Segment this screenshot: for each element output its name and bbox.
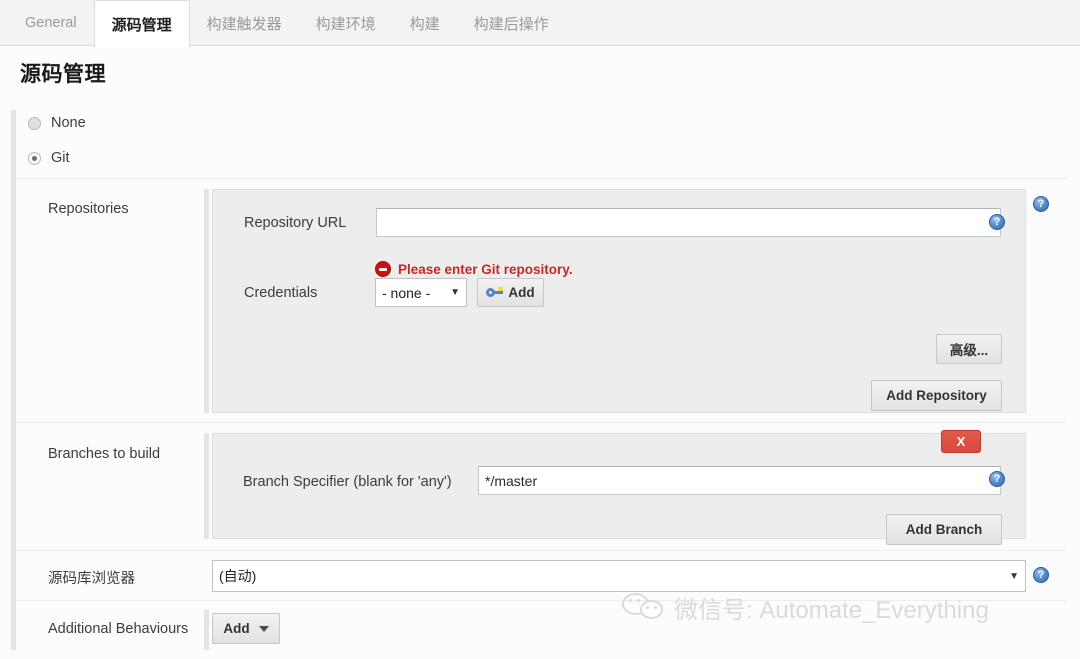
chevron-down-icon: ▼ — [450, 287, 460, 298]
chevron-down-icon — [258, 625, 269, 632]
repositories-panel: Repository URL Please enter Git reposito… — [212, 189, 1026, 413]
help-icon-branch-specifier[interactable]: ? — [989, 471, 1005, 487]
branch-specifier-input[interactable] — [478, 466, 1001, 495]
add-repository-label: Add Repository — [886, 388, 987, 403]
repository-url-error: Please enter Git repository. — [375, 261, 573, 277]
tab-post-build-actions[interactable]: 构建后操作 — [457, 0, 566, 46]
branches-rail — [204, 433, 209, 539]
tab-build-triggers[interactable]: 构建触发器 — [190, 0, 299, 46]
row-additional-behaviours: Additional Behaviours Add — [16, 600, 1066, 659]
tab-label: 构建触发器 — [206, 15, 282, 33]
repo-browser-selected-value: (自动) — [219, 568, 257, 584]
delete-branch-label: X — [956, 434, 966, 449]
tab-label: 构建后操作 — [473, 15, 549, 33]
additional-behaviours-label: Additional Behaviours — [48, 621, 189, 637]
additional-behaviours-rail — [204, 610, 209, 650]
config-tab-bar: General 源码管理 构建触发器 构建环境 构建 构建后操作 — [0, 0, 1080, 47]
credentials-select[interactable]: - none - ▼ — [375, 278, 467, 307]
radio-icon-git[interactable] — [28, 151, 41, 165]
row-branches-to-build: Branches to build Branch Specifier (blan… — [16, 422, 1066, 550]
tab-label: 构建 — [409, 15, 440, 33]
radio-option-git[interactable]: Git — [28, 150, 70, 166]
error-text: Please enter Git repository. — [398, 261, 573, 277]
repositories-rail — [204, 189, 209, 413]
tab-build-environment[interactable]: 构建环境 — [299, 0, 393, 46]
repositories-label: Repositories — [48, 201, 129, 217]
help-icon-repositories[interactable]: ? — [1033, 196, 1049, 212]
row-repository-browser: 源码库浏览器 (自动) ▼ ? — [16, 550, 1066, 600]
branches-panel: Branch Specifier (blank for 'any') Add B… — [212, 433, 1026, 545]
tab-label: 源码管理 — [111, 16, 172, 34]
tab-label: 构建环境 — [315, 15, 376, 33]
add-behaviour-button[interactable]: Add — [212, 613, 280, 644]
error-icon — [375, 261, 391, 277]
branches-label: Branches to build — [48, 446, 161, 462]
tab-source-code-management[interactable]: 源码管理 — [93, 0, 190, 47]
branch-specifier-label: Branch Specifier (blank for 'any') — [243, 474, 452, 490]
repo-browser-label: 源码库浏览器 — [48, 571, 135, 587]
add-branch-button[interactable]: Add Branch — [886, 514, 1002, 545]
radio-label: None — [51, 115, 86, 131]
tab-general[interactable]: General — [8, 0, 94, 46]
repository-url-label: Repository URL — [244, 215, 347, 231]
help-icon-repo-browser[interactable]: ? — [1033, 567, 1049, 583]
add-repository-button[interactable]: Add Repository — [871, 380, 1002, 411]
add-credentials-label: Add — [508, 285, 535, 300]
key-icon — [486, 287, 504, 298]
radio-option-none[interactable]: None — [28, 115, 86, 131]
page-title: 源码管理 — [20, 63, 106, 86]
add-behaviour-label: Add — [223, 621, 250, 636]
advanced-label: 高级... — [949, 343, 989, 358]
advanced-button[interactable]: 高级... — [936, 334, 1002, 364]
add-branch-label: Add Branch — [905, 522, 983, 537]
help-icon-repository-url[interactable]: ? — [989, 214, 1005, 230]
repo-browser-select[interactable]: (自动) ▼ — [212, 560, 1026, 592]
chevron-down-icon: ▼ — [1009, 570, 1019, 582]
radio-icon-none[interactable] — [28, 116, 41, 130]
tab-build[interactable]: 构建 — [393, 0, 457, 46]
row-repositories: Repositories Repository URL Please enter… — [16, 178, 1066, 422]
jenkins-job-config-page: General 源码管理 构建触发器 构建环境 构建 构建后操作 源码管理 No… — [0, 0, 1080, 659]
tab-label: General — [25, 15, 77, 31]
repository-url-input[interactable] — [376, 208, 1001, 237]
credentials-label: Credentials — [244, 285, 318, 301]
delete-branch-button[interactable]: X — [941, 430, 981, 453]
radio-label: Git — [51, 150, 70, 166]
credentials-selected-value: - none - — [382, 284, 431, 301]
add-credentials-button[interactable]: Add — [477, 278, 544, 307]
